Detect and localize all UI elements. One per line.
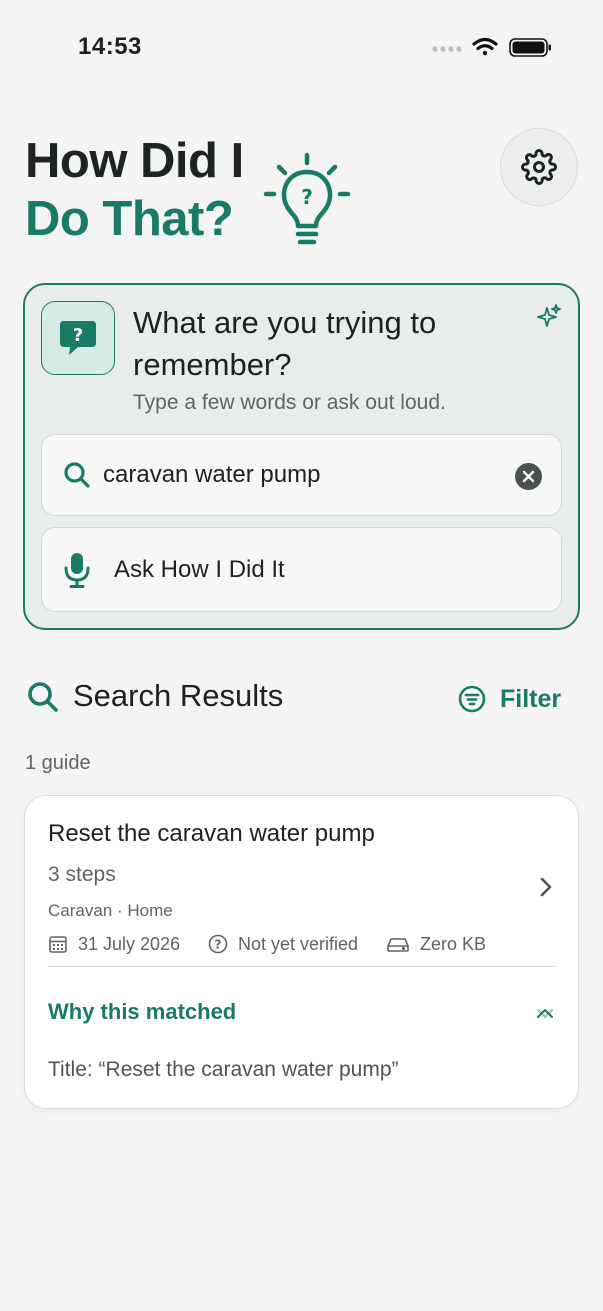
question-circle-icon: ?: [208, 934, 228, 954]
status-time: 14:53: [78, 33, 142, 60]
results-search-icon: [28, 682, 58, 712]
results-count: 1 guide: [25, 752, 91, 774]
result-steps: 3 steps: [48, 863, 116, 886]
result-date-text: 31 July 2026: [78, 933, 181, 954]
svg-text:?: ?: [301, 185, 313, 209]
result-verified-text: Not yet verified: [238, 933, 359, 954]
collapse-icon[interactable]: [535, 1006, 555, 1020]
result-size: Zero KB: [386, 933, 486, 955]
results-title: Search Results: [73, 678, 284, 713]
search-input-value[interactable]: caravan water pump: [103, 461, 320, 489]
clear-icon: [522, 470, 535, 483]
filter-label[interactable]: Filter: [500, 685, 561, 714]
settings-button[interactable]: [500, 128, 578, 206]
svg-text:?: ?: [73, 325, 83, 346]
why-matched-detail: Title: “Reset the caravan water pump”: [48, 1058, 399, 1081]
chevron-right-icon[interactable]: [538, 875, 554, 899]
wifi-icon: [472, 37, 498, 56]
clear-search-button[interactable]: [515, 463, 542, 490]
prompt-title: What are you trying to remember?: [133, 305, 437, 382]
result-title[interactable]: Reset the caravan water pump: [48, 820, 375, 848]
why-matched-toggle[interactable]: Why this matched: [48, 999, 236, 1025]
ask-voice-label[interactable]: Ask How I Did It: [114, 556, 285, 584]
search-icon: [64, 462, 90, 488]
signal-dots-icon: [432, 46, 462, 52]
status-icons: [432, 37, 551, 57]
app-title-line2: Do That?: [25, 192, 234, 246]
calendar-icon: [49, 936, 67, 953]
storage-icon: [387, 938, 409, 952]
lightbulb-question-icon: ?: [263, 152, 351, 245]
prompt-icon-box: ?: [41, 301, 115, 375]
prompt-subtitle: Type a few words or ask out loud.: [133, 391, 446, 414]
app-title-line1: How Did I: [25, 134, 244, 188]
microphone-icon: [64, 553, 90, 588]
svg-text:?: ?: [215, 938, 222, 952]
result-size-text: Zero KB: [420, 933, 487, 954]
result-verified: ? Not yet verified: [208, 933, 358, 955]
battery-icon: [509, 38, 551, 57]
gear-icon: [521, 149, 557, 185]
chat-question-icon: ?: [60, 321, 96, 355]
result-date: 31 July 2026: [48, 933, 180, 955]
card-divider: [48, 966, 555, 967]
sparkle-icon: [537, 304, 561, 327]
result-tags: Caravan · Home: [48, 901, 173, 920]
filter-icon: [458, 685, 486, 713]
filter-button[interactable]: Filter: [458, 683, 561, 715]
